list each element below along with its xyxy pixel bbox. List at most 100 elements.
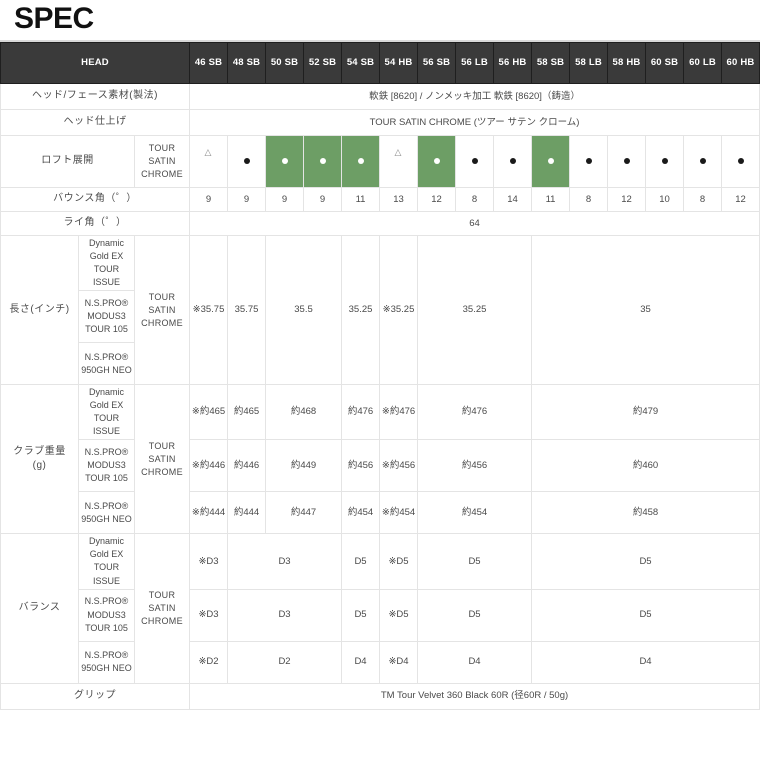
balance-cell-0-0: ※D3 xyxy=(189,533,229,590)
column-header-8: 56 HB xyxy=(493,42,533,84)
weight-shaft-label-2: N.S.PRO® 950GH NEO xyxy=(78,491,135,535)
balance-cell-2-4: D4 xyxy=(417,640,533,684)
dot-icon xyxy=(737,158,744,165)
loft-mark-4 xyxy=(341,135,381,188)
bounce-value-7: 8 xyxy=(455,187,495,212)
loft-mark-11 xyxy=(607,135,647,188)
column-header-6: 56 SB xyxy=(417,42,457,84)
dot-icon xyxy=(623,158,630,165)
loft-mark-9 xyxy=(531,135,571,188)
row-bounce: バウンス角（゜） 9 9 9 9 11 13 12 8 14 11 8 12 1… xyxy=(0,187,760,212)
loft-mark-6 xyxy=(417,135,457,188)
bounce-value-11: 12 xyxy=(607,187,647,212)
weight-shaft-label-0: Dynamic Gold EX TOUR ISSUE xyxy=(78,384,135,441)
dot-icon xyxy=(243,158,250,165)
loft-mark-13 xyxy=(683,135,723,188)
balance-cell-1-1: D3 xyxy=(227,588,343,642)
column-header-14: 60 HB xyxy=(721,42,760,84)
length-cell-1: 35.75 xyxy=(227,234,267,386)
row-balance-shaft-1: N.S.PRO® MODUS3 TOUR 105 ※D3 D3 D5 ※D5 D… xyxy=(1,588,760,642)
weight-cell-0-4: ※約476 xyxy=(379,384,419,441)
balance-shaft-label-2: N.S.PRO® 950GH NEO xyxy=(78,640,135,684)
row-label-lie: ライ角（゜） xyxy=(0,211,191,236)
bounce-value-14: 12 xyxy=(721,187,760,212)
dot-icon xyxy=(547,158,554,165)
row-material: ヘッド/フェース素材(製法) 軟鉄 [8620] / ノンメッキ加工 軟鉄 [8… xyxy=(0,83,760,110)
spec-table: HEAD 46 SB 48 SB 50 SB 52 SB 54 SB 54 HB… xyxy=(0,42,760,710)
balance-cell-0-4: D5 xyxy=(417,533,533,590)
balance-cell-2-3: ※D4 xyxy=(379,640,419,684)
weight-cell-2-3: 約454 xyxy=(341,491,381,535)
row-label-finish: ヘッド仕上げ xyxy=(0,109,191,136)
bounce-value-8: 14 xyxy=(493,187,533,212)
row-grip: グリップ TM Tour Velvet 360 Black 60R (径60R … xyxy=(0,682,760,710)
weight-cell-1-0: ※約446 xyxy=(189,439,229,493)
bounce-value-2: 9 xyxy=(265,187,305,212)
bottom-spacer xyxy=(0,709,760,724)
column-header-1: 48 SB xyxy=(227,42,267,84)
loft-mark-7 xyxy=(455,135,495,188)
spec-page: SPEC HEAD 46 SB 48 SB 50 SB 52 SB 54 SB … xyxy=(0,0,760,760)
loft-mark-8 xyxy=(493,135,533,188)
balance-cell-1-2: D5 xyxy=(341,588,381,642)
row-label-weight: クラブ重量 (g) xyxy=(0,384,79,535)
row-label-loft: ロフト展開 xyxy=(0,135,135,188)
balance-shaft-label-1: N.S.PRO® MODUS3 TOUR 105 xyxy=(78,588,135,642)
length-finish-label: TOUR SATIN CHROME xyxy=(133,234,191,386)
cell-finish-value: TOUR SATIN CHROME (ツアー サテン クローム) xyxy=(189,109,760,136)
bounce-value-1: 9 xyxy=(227,187,267,212)
length-shaft-label-1: N.S.PRO® MODUS3 TOUR 105 xyxy=(78,290,135,344)
balance-cell-1-3: ※D5 xyxy=(379,588,419,642)
length-cell-3: 35.25 xyxy=(341,234,381,386)
cell-material-value: 軟鉄 [8620] / ノンメッキ加工 軟鉄 [8620]（鋳造） xyxy=(189,83,760,110)
dot-icon xyxy=(357,158,364,165)
length-shaft-label-2: N.S.PRO® 950GH NEO xyxy=(78,342,135,386)
balance-cell-0-2: D5 xyxy=(341,533,381,590)
weight-cell-2-1: 約444 xyxy=(227,491,267,535)
cell-lie-value: 64 xyxy=(189,211,760,236)
column-header-9: 58 SB xyxy=(531,42,571,84)
balance-cell-1-0: ※D3 xyxy=(189,588,229,642)
balance-cell-1-4: D5 xyxy=(417,588,533,642)
dot-icon xyxy=(319,158,326,165)
balance-cell-0-3: ※D5 xyxy=(379,533,419,590)
column-header-7: 56 LB xyxy=(455,42,495,84)
weight-cell-1-5: 約456 xyxy=(417,439,533,493)
weight-cell-1-1: 約446 xyxy=(227,439,267,493)
dot-icon xyxy=(585,158,592,165)
weight-cell-2-6: 約458 xyxy=(531,491,760,535)
column-header-10: 58 LB xyxy=(569,42,609,84)
length-cell-5: 35.25 xyxy=(417,234,533,386)
bounce-value-10: 8 xyxy=(569,187,609,212)
weight-cell-0-0: ※約465 xyxy=(189,384,229,441)
bounce-value-0: 9 xyxy=(189,187,229,212)
length-cell-2: 35.5 xyxy=(265,234,343,386)
bounce-value-5: 13 xyxy=(379,187,419,212)
dot-icon xyxy=(471,158,478,165)
row-label-material: ヘッド/フェース素材(製法) xyxy=(0,83,191,110)
weight-shaft-label-1: N.S.PRO® MODUS3 TOUR 105 xyxy=(78,439,135,493)
column-header-12: 60 SB xyxy=(645,42,685,84)
row-label-bounce: バウンス角（゜） xyxy=(0,187,191,212)
balance-cell-2-5: D4 xyxy=(531,640,760,684)
column-header-3: 52 SB xyxy=(303,42,343,84)
column-header-0: 46 SB xyxy=(189,42,229,84)
balance-cell-1-5: D5 xyxy=(531,588,760,642)
balance-finish-label: TOUR SATIN CHROME xyxy=(133,533,191,684)
weight-cell-2-5: 約454 xyxy=(417,491,533,535)
length-shaft-label-0: Dynamic Gold EX TOUR ISSUE xyxy=(78,234,135,292)
loft-mark-14 xyxy=(721,135,760,188)
loft-mark-10 xyxy=(569,135,609,188)
row-balance-shaft-2: N.S.PRO® 950GH NEO ※D2 D2 D4 ※D4 D4 D4 xyxy=(1,640,760,684)
weight-cell-0-3: 約476 xyxy=(341,384,381,441)
row-weight-shaft-0: クラブ重量 (g) Dynamic Gold EX TOUR ISSUE TOU… xyxy=(0,384,760,535)
bounce-value-12: 10 xyxy=(645,187,685,212)
row-weight-shaft-2: N.S.PRO® 950GH NEO ※約444 約444 約447 約454 … xyxy=(1,491,760,535)
row-finish: ヘッド仕上げ TOUR SATIN CHROME (ツアー サテン クローム) xyxy=(0,109,760,136)
bounce-value-13: 8 xyxy=(683,187,723,212)
dot-icon xyxy=(509,158,516,165)
table-header-row: HEAD 46 SB 48 SB 50 SB 52 SB 54 SB 54 HB… xyxy=(0,42,760,84)
balance-cell-2-1: D2 xyxy=(227,640,343,684)
dot-icon xyxy=(433,158,440,165)
weight-cell-1-2: 約449 xyxy=(265,439,343,493)
